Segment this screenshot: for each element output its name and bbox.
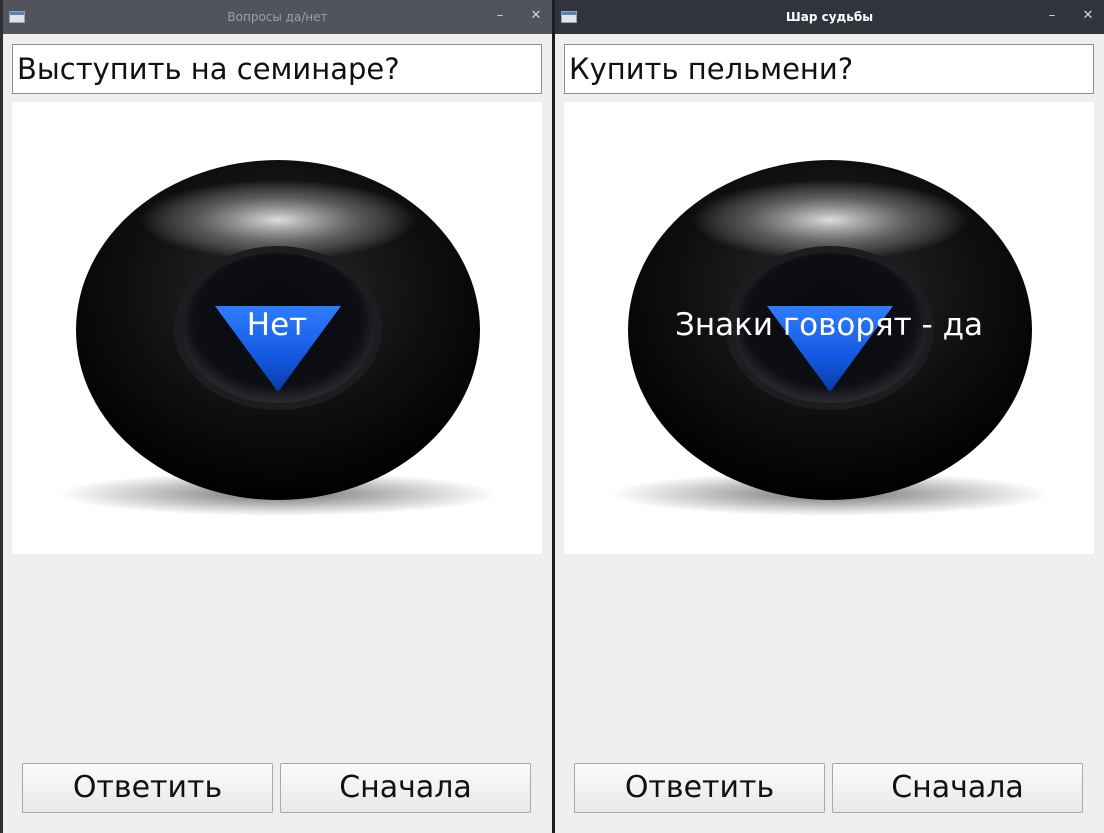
minimize-icon[interactable]: –	[1044, 8, 1060, 24]
title-bar[interactable]: Шар судьбы – ✕	[555, 0, 1104, 34]
reset-button[interactable]: Сначала	[832, 763, 1083, 813]
ball-panel: Знаки говорят - да	[564, 102, 1094, 554]
window-right: Шар судьбы – ✕ Купить пельмени? Знаки го…	[555, 0, 1104, 833]
reset-button[interactable]: Сначала	[280, 763, 531, 813]
window-title: Шар судьбы	[785, 10, 874, 24]
window-left: Вопросы да/нет – ✕ Выступить на семинаре…	[0, 0, 552, 833]
title-bar[interactable]: Вопросы да/нет – ✕	[3, 0, 552, 34]
question-input[interactable]: Купить пельмени?	[564, 44, 1094, 94]
ball-panel: Нет	[12, 102, 542, 554]
answer-text: Знаки говорят - да	[674, 307, 984, 343]
question-input[interactable]: Выступить на семинаре?	[12, 44, 542, 94]
close-icon[interactable]: ✕	[1080, 8, 1096, 24]
window-title: Вопросы да/нет	[227, 10, 328, 24]
close-icon[interactable]: ✕	[528, 8, 544, 24]
answer-button[interactable]: Ответить	[22, 763, 273, 813]
minimize-icon[interactable]: –	[492, 8, 508, 24]
answer-text: Нет	[246, 307, 308, 343]
answer-button[interactable]: Ответить	[574, 763, 825, 813]
